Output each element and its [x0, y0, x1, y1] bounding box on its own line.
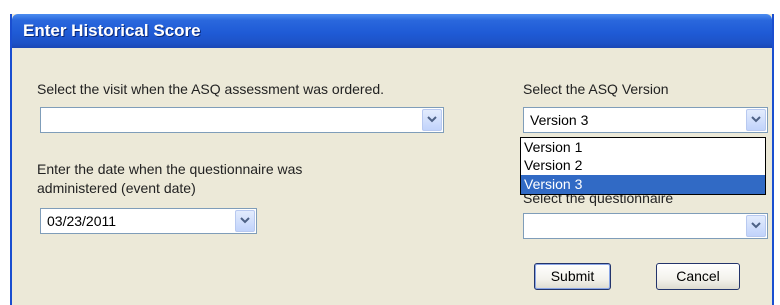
event-date-label-line2: administered (event date): [37, 180, 196, 196]
visit-dropdown-button[interactable]: [422, 109, 442, 131]
version-option-2[interactable]: Version 2: [521, 156, 765, 175]
cancel-button[interactable]: Cancel: [656, 263, 740, 290]
version-select[interactable]: Version 3: [523, 107, 768, 133]
chevron-down-icon: [751, 222, 761, 229]
questionnaire-select[interactable]: [523, 213, 768, 239]
version-dropdown-button[interactable]: [746, 109, 766, 131]
questionnaire-dropdown-button[interactable]: [746, 215, 766, 237]
visit-select[interactable]: [40, 107, 444, 133]
dialog-title: Enter Historical Score: [23, 21, 201, 40]
version-option-1[interactable]: Version 1: [521, 138, 765, 157]
event-date-value: 03/23/2011: [47, 213, 117, 229]
version-option-3[interactable]: Version 3: [521, 175, 765, 194]
event-date-label-line1: Enter the date when the questionnaire wa…: [37, 161, 303, 177]
event-date-dropdown-button[interactable]: [235, 210, 255, 232]
chevron-down-icon: [427, 116, 437, 123]
chevron-down-icon: [751, 116, 761, 123]
event-date-select[interactable]: 03/23/2011: [40, 208, 257, 234]
submit-button[interactable]: Submit: [534, 263, 611, 290]
visit-label: Select the visit when the ASQ assessment…: [37, 81, 385, 97]
version-dropdown-list: Version 1 Version 2 Version 3: [520, 137, 766, 195]
version-select-value: Version 3: [530, 112, 589, 128]
version-label: Select the ASQ Version: [523, 81, 669, 97]
chevron-down-icon: [240, 217, 250, 224]
title-bar[interactable]: Enter Historical Score: [12, 14, 772, 48]
